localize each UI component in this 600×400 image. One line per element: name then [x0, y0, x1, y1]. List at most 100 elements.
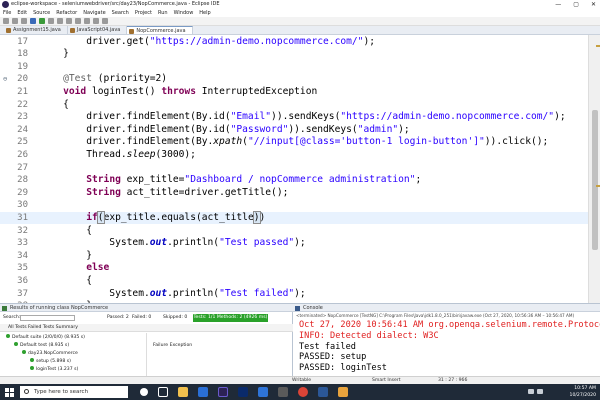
editor-scrollbar[interactable]	[588, 35, 600, 303]
menu-navigate[interactable]: Navigate	[83, 9, 105, 17]
file-explorer-icon[interactable]	[178, 387, 188, 397]
new-package-icon[interactable]	[66, 18, 72, 24]
new-java-project-icon[interactable]	[57, 18, 63, 24]
clock-date: 10/27/2020	[569, 393, 596, 398]
code-line[interactable]: 34 }	[0, 250, 588, 263]
menu-window[interactable]: Window	[174, 9, 194, 17]
menu-edit[interactable]: Edit	[17, 9, 27, 17]
task-view-icon[interactable]	[158, 387, 168, 397]
menu-source[interactable]: Source	[33, 9, 50, 17]
close-button[interactable]: ✕	[591, 0, 596, 9]
menu-search[interactable]: Search	[112, 9, 129, 17]
store-icon[interactable]	[238, 387, 248, 397]
code-line[interactable]: 22 {	[0, 99, 588, 112]
eclipse-taskbar-icon[interactable]	[218, 387, 228, 397]
code-text: String act_title=driver.getTitle();	[86, 186, 289, 198]
print-icon[interactable]	[21, 18, 27, 24]
mail-icon[interactable]	[198, 387, 208, 397]
menu-file[interactable]: File	[3, 9, 11, 17]
run-icon[interactable]	[39, 18, 45, 24]
tab-assignment15[interactable]: Assignment15.java	[4, 26, 68, 34]
code-line[interactable]: 32 {	[0, 225, 588, 238]
code-text: driver.findElement(By.id("Password")).se…	[40, 123, 410, 135]
back-icon[interactable]	[93, 18, 99, 24]
new-icon[interactable]	[3, 18, 9, 24]
new-class-icon[interactable]	[75, 18, 81, 24]
cortana-icon[interactable]	[140, 388, 148, 396]
edge-icon[interactable]	[258, 387, 268, 397]
code-line[interactable]: 20 ⊖ @Test (priority=2)	[0, 73, 588, 86]
search-icon[interactable]	[84, 18, 90, 24]
app-icon[interactable]	[338, 387, 348, 397]
testng-title-text: Results of running class NopCommerce	[10, 305, 109, 311]
code-line[interactable]: 23 driver.findElement(By.id("Email")).se…	[0, 111, 588, 124]
code-line[interactable]: 36 {	[0, 275, 588, 288]
debug-icon[interactable]	[30, 18, 36, 24]
system-clock[interactable]: 10:57 AM 10/27/2020	[570, 385, 596, 399]
maximize-button[interactable]: ▢	[573, 0, 579, 9]
code-line[interactable]: 29 String act_title=driver.getTitle();	[0, 187, 588, 200]
windows-start-icon[interactable]	[5, 388, 14, 397]
progress-bar: Tests: 1/1 Methods: 2 (4926 ms)	[193, 314, 268, 322]
external-tools-icon[interactable]	[48, 18, 54, 24]
code-line[interactable]: 27	[0, 162, 588, 175]
app-icon[interactable]	[278, 387, 288, 397]
code-line[interactable]: 33 System.out.println("Test passed");	[0, 237, 588, 250]
tree-node-suite[interactable]: Default suite (2/0/0/0) (8.935 s)	[6, 334, 85, 341]
code-line[interactable]: 26 Thread.sleep(3000);	[0, 149, 588, 162]
volume-icon[interactable]	[537, 389, 543, 394]
tab-javascript04[interactable]: JavaScript04.java	[68, 26, 128, 34]
code-line[interactable]: 37 System.out.println("Test failed");	[0, 288, 588, 301]
tab-nopcommerce[interactable]: NopCommerce.java	[127, 26, 193, 34]
testng-view: Results of running class NopCommerce Sea…	[0, 304, 293, 377]
overview-marker[interactable]	[596, 45, 600, 47]
menu-project[interactable]: Project	[135, 9, 152, 17]
code-line[interactable]: 18 }	[0, 48, 588, 61]
menu-run[interactable]: Run	[158, 9, 168, 17]
menu-bar: File Edit Source Refactor Navigate Searc…	[0, 9, 600, 17]
forward-icon[interactable]	[102, 18, 108, 24]
code-line[interactable]: 28 String exp_title="Dashboard / nopComm…	[0, 174, 588, 187]
network-icon[interactable]	[528, 389, 534, 394]
code-line[interactable]: 17 driver.get("https://admin-demo.nopcom…	[0, 36, 588, 49]
tree-node-label: Default suite (2/0/0/0) (8.935 s)	[12, 335, 85, 340]
chrome-icon[interactable]	[298, 387, 308, 397]
pass-icon	[6, 334, 10, 338]
taskbar-search-input[interactable]: Type here to search	[20, 386, 128, 398]
scrollbar-thumb[interactable]	[592, 110, 598, 250]
line-number: 37	[17, 288, 28, 299]
line-number: 34	[17, 250, 28, 261]
console-view-title[interactable]: Console	[293, 304, 600, 312]
menu-refactor[interactable]: Refactor	[56, 9, 77, 17]
pass-icon	[14, 342, 18, 346]
code-line[interactable]: 19	[0, 61, 588, 74]
minimize-button[interactable]: —	[555, 0, 561, 9]
pass-icon	[22, 350, 26, 354]
code-text: }	[40, 249, 92, 261]
pass-icon	[30, 358, 34, 362]
word-icon[interactable]	[318, 387, 328, 397]
code-text: System.out.println("Test failed");	[40, 287, 306, 299]
testng-search-input[interactable]	[20, 315, 75, 321]
fold-toggle-icon[interactable]: ⊖	[3, 73, 7, 86]
code-line[interactable]: 30	[0, 199, 588, 212]
tree-node-setup[interactable]: setup (5.898 s)	[30, 358, 71, 365]
code-line[interactable]: 35 else	[0, 262, 588, 275]
code-editor[interactable]: 17 driver.get("https://admin-demo.nopcom…	[0, 35, 588, 303]
code-line[interactable]: 24 driver.findElement(By.id("Password"))…	[0, 124, 588, 137]
overview-marker[interactable]	[596, 185, 600, 187]
menu-help[interactable]: Help	[199, 9, 210, 17]
tree-node-class[interactable]: day23.NopCommerce	[22, 350, 78, 357]
tree-node-test[interactable]: Default test (8.935 s)	[14, 342, 69, 349]
code-text: {	[40, 274, 92, 286]
code-line[interactable]: 31 if(exp_title.equals(act_title))	[0, 210, 588, 225]
line-number: 26	[17, 149, 28, 160]
code-line[interactable]: 21 void loginTest() throws InterruptedEx…	[0, 86, 588, 99]
tree-node-label: day23.NopCommerce	[28, 351, 78, 356]
testng-view-title[interactable]: Results of running class NopCommerce	[0, 304, 293, 312]
line-number: 23	[17, 112, 28, 123]
code-line[interactable]: 25 driver.findElement(By.xpath("//input[…	[0, 136, 588, 149]
tree-node-logintest[interactable]: loginTest (3.237 s)	[30, 366, 78, 373]
testng-subtabs[interactable]: All Tests Failed Tests Summary	[0, 324, 293, 332]
save-icon[interactable]	[12, 18, 18, 24]
